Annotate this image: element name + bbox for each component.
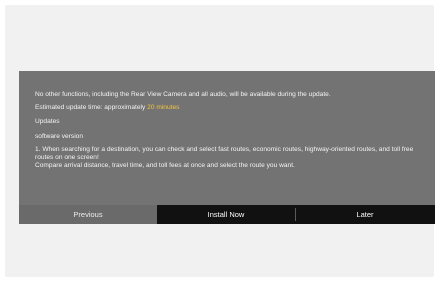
- button-bar: Previous Install Now Later: [19, 205, 435, 224]
- software-version-label: software version: [35, 132, 84, 140]
- update-notice-text: No other functions, including the Rear V…: [35, 91, 331, 98]
- install-now-button[interactable]: Install Now: [157, 205, 295, 224]
- previous-button[interactable]: Previous: [19, 205, 157, 224]
- feature-description-2: Compare arrival distance, travel time, a…: [35, 162, 295, 170]
- estimated-time-value: 20 minutes: [147, 104, 180, 112]
- later-button[interactable]: Later: [295, 205, 435, 224]
- estimated-time-text: Estimated update time: approximately 20 …: [35, 104, 421, 112]
- updates-label: Updates: [35, 118, 60, 126]
- feature-description-1: 1. When searching for a destination, you…: [35, 145, 414, 162]
- estimated-time-label: Estimated update time: approximately: [35, 104, 148, 112]
- dialog-body: No other functions, including the Rear V…: [35, 91, 421, 170]
- update-dialog: No other functions, including the Rear V…: [19, 71, 435, 224]
- button-divider: [295, 208, 296, 221]
